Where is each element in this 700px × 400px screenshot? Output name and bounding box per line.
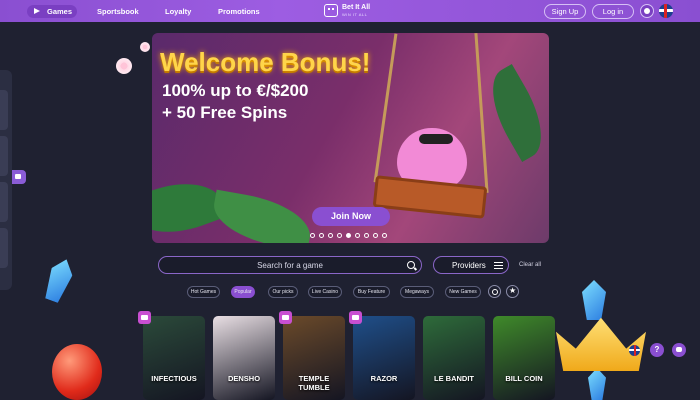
history-icon[interactable] (488, 285, 501, 298)
filter-chip[interactable]: Our picks (268, 286, 298, 298)
side-panel-tab[interactable] (0, 136, 8, 176)
brand-name: Bet It All (342, 4, 371, 11)
rope-decoration (474, 33, 489, 193)
brand-logo[interactable]: Bet It All WIN IT ALL (324, 3, 378, 19)
search-placeholder: Search for a game (257, 261, 323, 270)
carousel-dot[interactable] (364, 233, 369, 238)
carousel-dot[interactable] (373, 233, 378, 238)
carousel-dot[interactable] (319, 233, 324, 238)
carousel-dot[interactable] (310, 233, 315, 238)
side-panel-tab[interactable] (0, 90, 8, 130)
nav-promotions-link[interactable]: Promotions (218, 5, 260, 18)
side-panel (0, 70, 12, 290)
top-nav-bar: Games Sportsbook Loyalty Promotions Bet … (0, 0, 700, 22)
hot-badge-icon (138, 311, 151, 324)
hot-badge-icon (279, 311, 292, 324)
uk-flag-icon[interactable] (659, 4, 673, 18)
filter-chip[interactable]: Popular (231, 286, 255, 298)
game-tile[interactable]: TEMPLE TUMBLE (283, 316, 345, 400)
banner-title: Welcome Bonus! (160, 47, 371, 77)
log-in-button[interactable]: Log in (592, 4, 634, 19)
crystal-decoration (588, 368, 606, 400)
nav-games-button[interactable]: Games (27, 5, 77, 18)
balloon-decoration (52, 344, 102, 400)
carousel-dot[interactable] (337, 233, 342, 238)
rope-decoration (373, 33, 398, 183)
theme-toggle-icon[interactable] (640, 4, 654, 18)
side-panel-tab[interactable] (0, 228, 8, 268)
filter-chip[interactable]: Live Casino (308, 286, 342, 298)
game-tile[interactable]: LE BANDIT (423, 316, 485, 400)
flower-decoration (140, 42, 150, 52)
sunglasses-icon (419, 134, 453, 144)
clear-all-link[interactable]: Clear all (519, 262, 541, 268)
leaf-decoration (208, 189, 316, 243)
game-title: INFECTIOUS (151, 374, 197, 383)
providers-label: Providers (452, 261, 486, 270)
logo-icon (324, 4, 338, 17)
crystal-decoration (582, 280, 606, 320)
filter-chip[interactable]: Buy Feature (353, 286, 390, 298)
swing-illustration (372, 175, 488, 219)
side-panel-tab[interactable] (0, 182, 8, 222)
game-tile[interactable]: BILL COIN (493, 316, 555, 400)
filter-chip[interactable]: Megaways (400, 286, 434, 298)
nav-sportsbook-link[interactable]: Sportsbook (97, 5, 139, 18)
search-input[interactable]: Search for a game (158, 256, 422, 274)
carousel-dot[interactable] (382, 233, 387, 238)
game-tile[interactable]: DENSHO (213, 316, 275, 400)
game-title: RAZOR (370, 374, 398, 383)
search-icon[interactable] (407, 261, 415, 269)
carousel-dots (310, 233, 387, 238)
hot-badge-icon (349, 311, 362, 324)
favorites-star-icon[interactable] (506, 285, 519, 298)
game-title: TEMPLE TUMBLE (298, 374, 330, 392)
side-panel-toggle-icon[interactable] (12, 170, 26, 184)
nav-loyalty-link[interactable]: Loyalty (165, 5, 191, 18)
game-tile[interactable]: INFECTIOUS (143, 316, 205, 400)
flower-decoration (116, 58, 132, 74)
play-icon (34, 8, 40, 14)
filter-icon (494, 262, 503, 269)
sign-up-button[interactable]: Sign Up (544, 4, 586, 19)
game-title: BILL COIN (505, 374, 543, 383)
crown-decoration (556, 317, 646, 371)
brand-tagline: WIN IT ALL (342, 12, 368, 17)
filter-chip[interactable]: New Games (445, 286, 481, 298)
leaf-decoration (477, 64, 549, 162)
nav-games-label: Games (47, 7, 73, 16)
filter-chip[interactable]: Hot Games (187, 286, 220, 298)
help-button[interactable]: ? (650, 343, 664, 357)
crystal-decoration (41, 256, 77, 305)
carousel-dot[interactable] (355, 233, 360, 238)
game-title: DENSHO (227, 374, 261, 383)
carousel-dot[interactable] (346, 233, 351, 238)
banner-offer-line: 100% up to €/$200 (162, 81, 309, 100)
uk-flag-icon[interactable] (629, 345, 640, 356)
game-tile[interactable]: RAZOR (353, 316, 415, 400)
providers-dropdown[interactable]: Providers (433, 256, 509, 274)
chat-icon[interactable] (672, 343, 686, 357)
banner-spins-line: + 50 Free Spins (162, 103, 288, 122)
carousel-dot[interactable] (328, 233, 333, 238)
join-now-button[interactable]: Join Now (312, 207, 390, 226)
game-title: LE BANDIT (434, 374, 474, 383)
welcome-bonus-banner[interactable]: Welcome Bonus! 100% up to €/$200 + 50 Fr… (152, 33, 549, 243)
